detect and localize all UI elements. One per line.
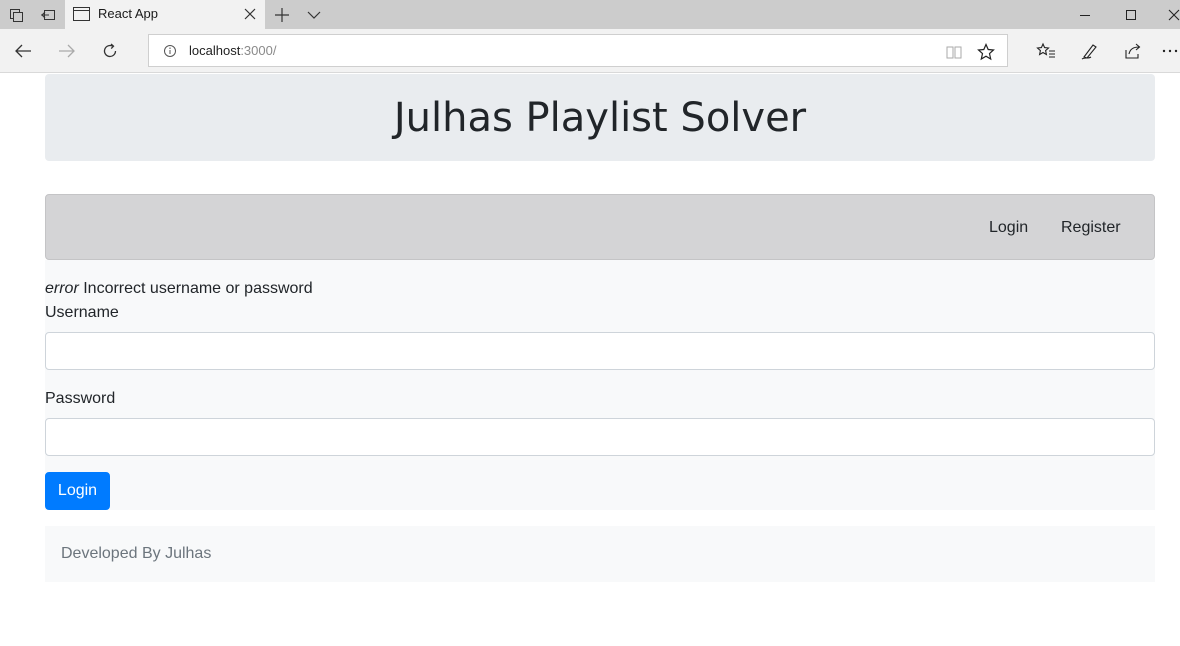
footer: Developed By Julhas	[45, 526, 1155, 582]
close-window-icon[interactable]	[1152, 0, 1180, 29]
maximize-icon[interactable]	[1108, 0, 1154, 29]
username-label: Username	[45, 304, 119, 321]
favorites-icon[interactable]	[1031, 36, 1061, 66]
app-navbar: Login Register	[45, 194, 1155, 260]
tab-preview-icon[interactable]	[0, 0, 32, 29]
browser-titlebar: React App	[0, 0, 1180, 29]
address-url: localhost:3000/	[189, 43, 276, 58]
site-header: Julhas Playlist Solver	[45, 74, 1155, 161]
error-message: error Incorrect username or password	[45, 280, 313, 298]
footer-text: Developed By Julhas	[61, 545, 212, 562]
pen-icon[interactable]	[1075, 36, 1105, 66]
back-icon[interactable]	[8, 36, 38, 66]
close-tab-icon[interactable]	[243, 7, 257, 21]
login-button[interactable]: Login	[45, 472, 110, 510]
username-input[interactable]	[45, 332, 1155, 370]
star-icon[interactable]	[976, 42, 996, 62]
page-title: Julhas Playlist Solver	[393, 94, 807, 141]
nav-login-link[interactable]: Login	[989, 219, 1028, 237]
refresh-icon[interactable]	[95, 36, 125, 66]
page-favicon-icon	[73, 6, 90, 22]
chevron-down-icon[interactable]	[298, 0, 330, 29]
address-bar[interactable]: localhost:3000/	[148, 34, 1008, 67]
more-icon[interactable]	[1160, 36, 1180, 66]
url-host: localhost	[189, 43, 241, 58]
nav-register-link[interactable]: Register	[1061, 219, 1121, 237]
tab-title: React App	[98, 6, 158, 21]
browser-toolbar: localhost:3000/	[0, 29, 1180, 73]
password-input[interactable]	[45, 418, 1155, 456]
share-icon[interactable]	[1118, 36, 1148, 66]
set-aside-tabs-icon[interactable]	[32, 0, 64, 29]
forward-icon[interactable]	[52, 36, 82, 66]
reading-view-icon[interactable]	[944, 42, 964, 62]
plus-icon[interactable]	[266, 0, 298, 29]
error-prefix: error	[45, 280, 79, 297]
password-label: Password	[45, 390, 116, 407]
info-icon[interactable]	[163, 44, 177, 58]
minimize-icon[interactable]	[1062, 0, 1108, 29]
error-text: Incorrect username or password	[78, 280, 313, 297]
url-port: :3000/	[240, 43, 277, 58]
browser-tab-active[interactable]: React App	[65, 0, 265, 29]
